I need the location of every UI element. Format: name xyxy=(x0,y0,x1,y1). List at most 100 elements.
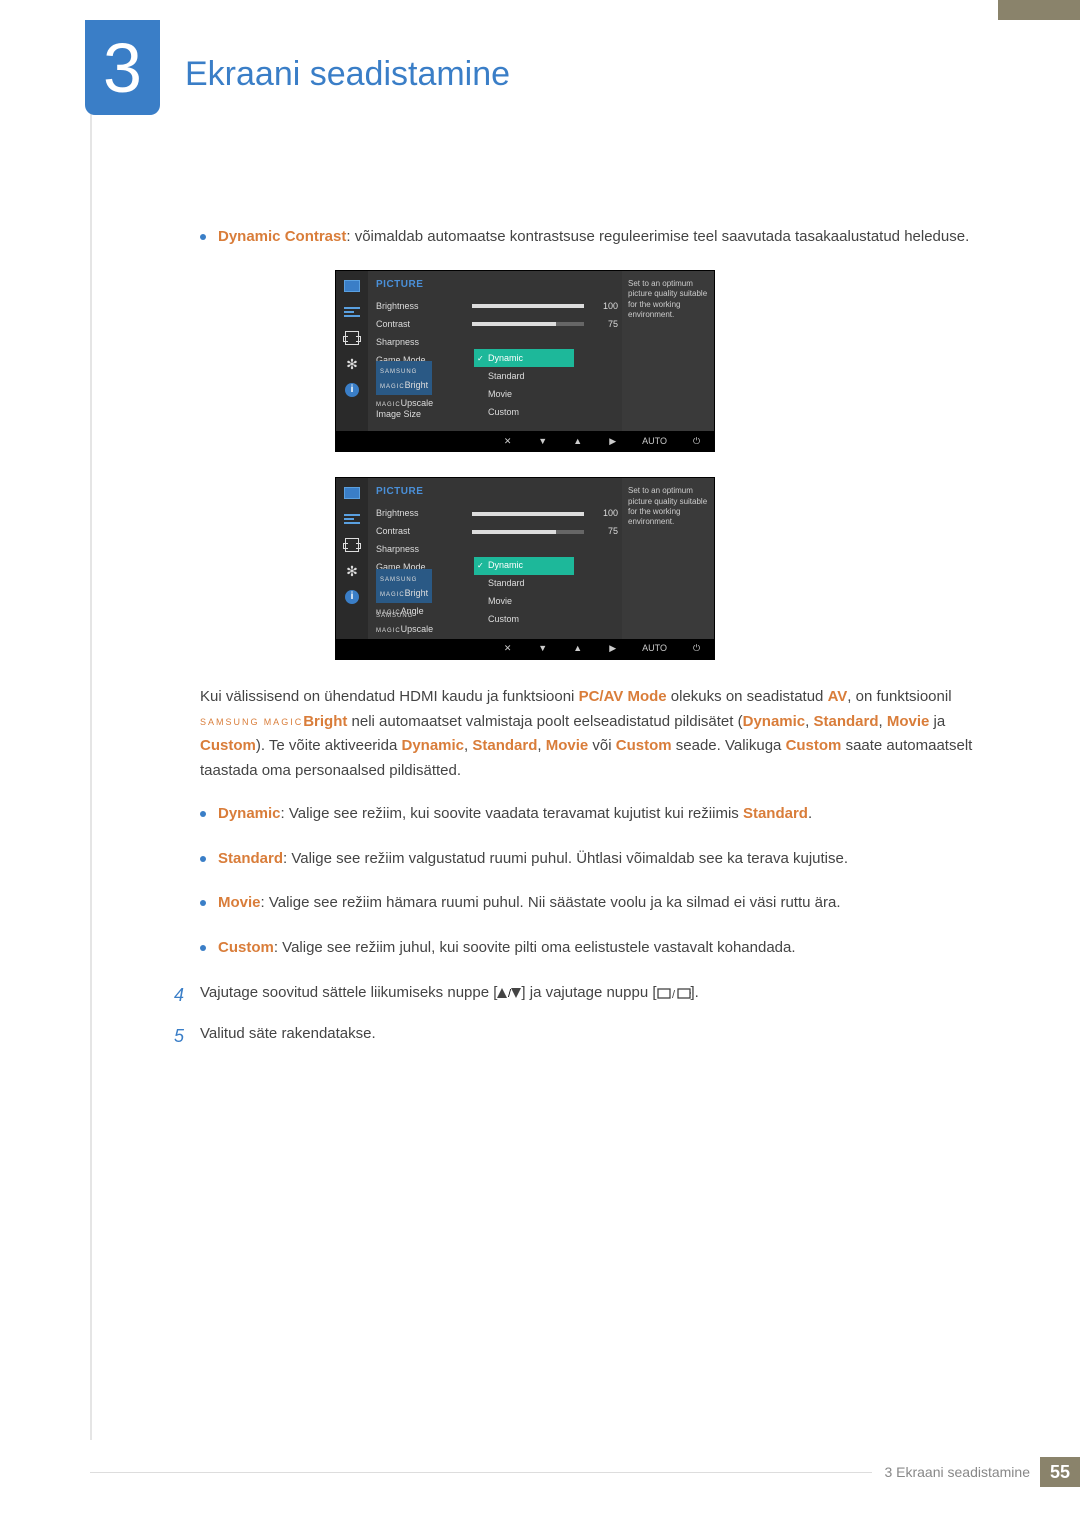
value-brightness: 100 xyxy=(596,506,618,521)
option-dynamic[interactable]: Dynamic xyxy=(474,349,574,367)
up-down-icon: / xyxy=(497,988,521,998)
nav-up-icon[interactable]: ▲ xyxy=(572,641,583,656)
nav-auto[interactable]: AUTO xyxy=(642,641,667,656)
bullet-icon xyxy=(200,900,206,906)
option-standard[interactable]: Standard xyxy=(474,367,574,385)
chapter-title: Ekraani seadistamine xyxy=(185,55,510,94)
nav-up-icon[interactable]: ▲ xyxy=(572,434,583,449)
color-icon[interactable] xyxy=(344,512,360,526)
osd-nav-bar: ✕ ▼ ▲ ▶ AUTO ⏻ xyxy=(336,639,714,659)
value-brightness: 100 xyxy=(596,299,618,314)
source-enter-icon: / xyxy=(657,987,691,999)
osd-nav-bar: ✕ ▼ ▲ ▶ AUTO ⏻ xyxy=(336,431,714,451)
osd-panel: ✻ i PICTURE Brightness 100 Contrast xyxy=(335,477,715,660)
step-number: 5 xyxy=(174,1022,194,1052)
resize-icon[interactable] xyxy=(344,331,360,345)
label-brightness: Brightness xyxy=(376,506,466,521)
nav-power-icon[interactable]: ⏻ xyxy=(691,641,702,656)
nav-down-icon[interactable]: ▼ xyxy=(537,641,548,656)
left-margin-line xyxy=(90,20,92,1440)
page-number-badge: 55 xyxy=(1040,1457,1080,1487)
option-custom[interactable]: Custom xyxy=(474,403,574,421)
step-4-text: Vajutage soovitud sättele liikumiseks nu… xyxy=(200,981,699,1011)
row-brightness[interactable]: Brightness 100 xyxy=(376,297,618,315)
option-movie[interactable]: Movie xyxy=(474,385,574,403)
osd-section-title: PICTURE xyxy=(376,484,618,501)
content-body: Dynamic Contrast: võimaldab automaatse k… xyxy=(200,225,1010,1052)
chapter-number-badge: 3 xyxy=(85,20,160,115)
osd-screenshot-2: ✻ i PICTURE Brightness 100 Contrast xyxy=(335,477,1010,660)
color-icon[interactable] xyxy=(344,305,360,319)
label-brightness: Brightness xyxy=(376,299,466,314)
settings-icon[interactable]: ✻ xyxy=(344,564,360,578)
step-5: 5 Valitud säte rakendatakse. xyxy=(174,1022,1010,1052)
footer-chapter-label: 3 Ekraani seadistamine xyxy=(884,1464,1030,1480)
bullet-movie: Movie: Valige see režiim hämara ruumi pu… xyxy=(200,891,1010,916)
intro-bullet: Dynamic Contrast: võimaldab automaatse k… xyxy=(200,225,1010,250)
value-contrast: 75 xyxy=(596,317,618,332)
row-brightness[interactable]: Brightness 100 xyxy=(376,505,618,523)
nav-close-icon[interactable]: ✕ xyxy=(502,641,513,656)
page-footer: 3 Ekraani seadistamine 55 xyxy=(90,1457,1080,1487)
bullet-dynamic: Dynamic: Valige see režiim, kui soovite … xyxy=(200,802,1010,827)
label-contrast: Contrast xyxy=(376,524,466,539)
info-icon[interactable]: i xyxy=(344,590,360,604)
step-5-text: Valitud säte rakendatakse. xyxy=(200,1022,376,1052)
osd-screenshot-1: ✻ i PICTURE Brightness 100 Contrast xyxy=(335,270,1010,453)
step-number: 4 xyxy=(174,981,194,1011)
row-contrast[interactable]: Contrast 75 xyxy=(376,523,618,541)
osd-panel: ✻ i PICTURE Brightness 100 Contrast xyxy=(335,270,715,453)
nav-power-icon[interactable]: ⏻ xyxy=(691,434,702,449)
intro-desc: : võimaldab automaatse kontrastsuse regu… xyxy=(346,228,969,245)
info-icon[interactable]: i xyxy=(344,383,360,397)
dropdown-magicbright: Dynamic Standard Movie Custom xyxy=(474,349,574,421)
nav-close-icon[interactable]: ✕ xyxy=(502,434,513,449)
bullet-icon xyxy=(200,811,206,817)
slider-contrast[interactable] xyxy=(472,530,584,534)
slider-brightness[interactable] xyxy=(472,512,584,516)
label-sharpness: Sharpness xyxy=(376,542,466,557)
label-magicupscale: SAMSUNGMAGICUpscale xyxy=(376,607,466,637)
svg-text:/: / xyxy=(508,988,512,998)
osd-help-text: Set to an optimum picture quality suitab… xyxy=(622,271,714,432)
option-movie[interactable]: Movie xyxy=(474,593,574,611)
dropdown-magicbright: Dynamic Standard Movie Custom xyxy=(474,557,574,629)
option-standard[interactable]: Standard xyxy=(474,575,574,593)
nav-down-icon[interactable]: ▼ xyxy=(537,434,548,449)
nav-right-icon[interactable]: ▶ xyxy=(607,641,618,656)
osd-help-text: Set to an optimum picture quality suitab… xyxy=(622,478,714,639)
term-dynamic-contrast: Dynamic Contrast xyxy=(218,228,346,245)
bullet-icon xyxy=(200,234,206,240)
svg-text:/: / xyxy=(672,989,676,999)
resize-icon[interactable] xyxy=(344,538,360,552)
nav-auto[interactable]: AUTO xyxy=(642,434,667,449)
label-sharpness: Sharpness xyxy=(376,335,466,350)
picture-icon[interactable] xyxy=(344,486,360,500)
bullet-icon xyxy=(200,856,206,862)
picture-icon[interactable] xyxy=(344,279,360,293)
osd-section-title: PICTURE xyxy=(376,277,618,294)
osd-main: PICTURE Brightness 100 Contrast 75 Sharp… xyxy=(368,271,622,432)
bullet-icon xyxy=(200,945,206,951)
header-stripe xyxy=(998,0,1080,20)
chapter-header: 3 Ekraani seadistamine xyxy=(90,30,1010,130)
label-imagesize: Image Size xyxy=(376,407,466,422)
row-contrast[interactable]: Contrast 75 xyxy=(376,315,618,333)
osd-category-icons: ✻ i xyxy=(336,271,368,432)
bullet-standard: Standard: Valige see režiim valgustatud … xyxy=(200,847,1010,872)
selected-magicbright: SAMSUNGMAGICBright xyxy=(376,361,432,395)
nav-right-icon[interactable]: ▶ xyxy=(607,434,618,449)
step-4: 4 Vajutage soovitud sättele liikumiseks … xyxy=(174,981,1010,1011)
intro-text: Dynamic Contrast: võimaldab automaatse k… xyxy=(218,225,969,250)
osd-main: PICTURE Brightness 100 Contrast 75 Sharp… xyxy=(368,478,622,639)
osd-category-icons: ✻ i xyxy=(336,478,368,639)
selected-magicbright: SAMSUNGMAGICBright xyxy=(376,569,432,603)
value-contrast: 75 xyxy=(596,524,618,539)
settings-icon[interactable]: ✻ xyxy=(344,357,360,371)
paragraph-main: Kui välissisend on ühendatud HDMI kaudu … xyxy=(200,685,1010,784)
option-dynamic[interactable]: Dynamic xyxy=(474,557,574,575)
slider-brightness[interactable] xyxy=(472,304,584,308)
page: 3 Ekraani seadistamine Dynamic Contrast:… xyxy=(0,0,1080,1527)
slider-contrast[interactable] xyxy=(472,322,584,326)
option-custom[interactable]: Custom xyxy=(474,611,574,629)
